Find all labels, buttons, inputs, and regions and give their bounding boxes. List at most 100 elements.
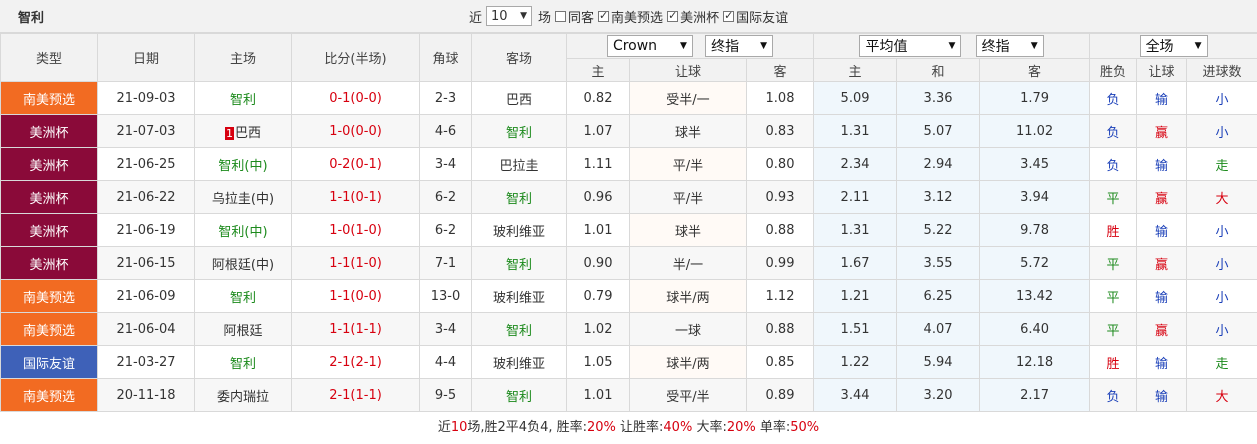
half-score: (0-0) [350, 90, 382, 106]
match-type[interactable]: 南美预选 [0, 279, 98, 313]
home-team[interactable]: 阿根廷(中) [194, 246, 292, 280]
handicap-win-rate: 40% [663, 420, 693, 435]
match-score[interactable]: 2-1(1-1) [291, 378, 420, 412]
avg-odds-mode-select[interactable]: 终指 ▼ [975, 35, 1044, 57]
half-score: (0-0) [350, 123, 382, 139]
match-score[interactable]: 0-2(0-1) [291, 147, 420, 181]
match-type[interactable]: 美洲杯 [0, 180, 98, 214]
match-type[interactable]: 南美预选 [0, 378, 98, 412]
match-type[interactable]: 美洲杯 [0, 147, 98, 181]
corner-score: 2-3 [419, 81, 472, 115]
sub-win-lose: 胜负 [1089, 58, 1138, 82]
away-team[interactable]: 智利 [471, 114, 567, 148]
filter-checkbox[interactable] [667, 9, 679, 22]
match-score[interactable]: 2-1(2-1) [291, 345, 420, 379]
home-team[interactable]: 智利(中) [194, 147, 292, 181]
full-score: 1-0 [329, 123, 351, 139]
home-team-name: 阿根廷(中) [211, 257, 275, 273]
result-win-lose: 平 [1089, 279, 1138, 313]
match-type[interactable]: 美洲杯 [0, 213, 98, 247]
scope-value: 全场 [1145, 39, 1174, 55]
avg-away-odds: 3.45 [979, 147, 1091, 181]
filter-checkbox[interactable] [723, 9, 735, 22]
away-odds: 0.80 [745, 147, 815, 181]
away-team[interactable]: 智利 [471, 180, 567, 214]
home-odds: 0.90 [566, 246, 630, 280]
match-count-select[interactable]: 10 ▼ [486, 6, 533, 26]
win-rate: 20% [586, 420, 616, 435]
avg-select[interactable]: 平均值 ▼ [859, 35, 962, 57]
sub-avg-home: 主 [813, 58, 898, 82]
match-date: 20-11-18 [97, 378, 195, 412]
away-team-name: 智利 [505, 257, 532, 273]
match-type[interactable]: 南美预选 [0, 81, 98, 115]
filter-checkbox[interactable] [555, 10, 567, 22]
away-odds: 0.88 [745, 312, 815, 346]
home-team[interactable]: 委内瑞拉 [194, 378, 292, 412]
home-team[interactable]: 1 巴西 [194, 114, 292, 148]
away-team[interactable]: 智利 [471, 246, 567, 280]
away-team-name: 玻利维亚 [492, 356, 545, 372]
away-team[interactable]: 巴西 [471, 81, 567, 115]
home-team[interactable]: 智利 [194, 81, 292, 115]
match-date: 21-03-27 [97, 345, 195, 379]
away-team[interactable]: 巴拉圭 [471, 147, 567, 181]
home-team[interactable]: 智利 [194, 345, 292, 379]
match-type[interactable]: 美洲杯 [0, 246, 98, 280]
match-score[interactable]: 1-1(1-1) [291, 312, 420, 346]
chevron-down-icon: ▼ [760, 41, 768, 51]
avg-away-odds: 13.42 [979, 279, 1091, 313]
away-team-name: 巴西 [505, 92, 532, 108]
home-team-name: 智利 [229, 92, 256, 108]
away-team[interactable]: 玻利维亚 [471, 345, 567, 379]
full-score: 0-1 [329, 90, 351, 106]
match-type[interactable]: 美洲杯 [0, 114, 98, 148]
match-score[interactable]: 0-1(0-0) [291, 81, 420, 115]
company-select[interactable]: Crown ▼ [606, 35, 693, 57]
avg-home-odds: 5.09 [813, 81, 898, 115]
match-score[interactable]: 1-1(0-1) [291, 180, 420, 214]
match-date: 21-06-19 [97, 213, 195, 247]
avg-away-odds: 9.78 [979, 213, 1091, 247]
filter-checkbox[interactable] [598, 9, 610, 22]
match-type[interactable]: 南美预选 [0, 312, 98, 346]
away-team[interactable]: 智利 [471, 378, 567, 412]
match-score[interactable]: 1-1(1-0) [291, 246, 420, 280]
home-team[interactable]: 智利 [194, 279, 292, 313]
table-row: 美洲杯 21-06-25 智利(中) 0-2(0-1) 3-4 巴拉圭 1.11… [0, 147, 1257, 181]
home-team[interactable]: 智利(中) [194, 213, 292, 247]
handicap: 一球 [629, 312, 747, 346]
table-row: 南美预选 21-09-03 智利 0-1(0-0) 2-3 巴西 0.82 受半… [0, 81, 1257, 115]
away-team[interactable]: 玻利维亚 [471, 213, 567, 247]
odds-mode-select[interactable]: 终指 ▼ [705, 35, 774, 57]
match-score[interactable]: 1-1(0-0) [291, 279, 420, 313]
result-handicap: 输 [1136, 81, 1188, 115]
avg-home-odds: 1.22 [813, 345, 898, 379]
result-goals: 走 [1186, 147, 1257, 181]
home-team[interactable]: 乌拉圭(中) [194, 180, 292, 214]
away-team[interactable]: 玻利维亚 [471, 279, 567, 313]
home-team-name: 智利(中) [218, 158, 268, 174]
match-score[interactable]: 1-0(1-0) [291, 213, 420, 247]
away-odds: 0.93 [745, 180, 815, 214]
result-win-lose: 负 [1089, 81, 1138, 115]
away-team-name: 智利 [505, 125, 532, 141]
scope-select[interactable]: 全场 ▼ [1139, 35, 1208, 57]
result-goals: 小 [1186, 114, 1257, 148]
count-prefix: 近 [469, 10, 483, 26]
result-win-lose: 平 [1089, 180, 1138, 214]
home-team-name: 委内瑞拉 [216, 389, 269, 405]
match-type[interactable]: 国际友谊 [0, 345, 98, 379]
company-value: Crown [612, 38, 658, 54]
home-team[interactable]: 阿根廷 [194, 312, 292, 346]
away-team[interactable]: 智利 [471, 312, 567, 346]
full-score: 1-0 [329, 222, 351, 238]
result-win-lose: 胜 [1089, 345, 1138, 379]
sub-goals: 进球数 [1186, 58, 1257, 82]
match-score[interactable]: 1-0(0-0) [291, 114, 420, 148]
match-date: 21-06-15 [97, 246, 195, 280]
table-row: 美洲杯 21-06-15 阿根廷(中) 1-1(1-0) 7-1 智利 0.90… [0, 246, 1257, 280]
avg-home-odds: 1.67 [813, 246, 898, 280]
half-score: (1-0) [350, 222, 382, 238]
result-goals: 小 [1186, 246, 1257, 280]
